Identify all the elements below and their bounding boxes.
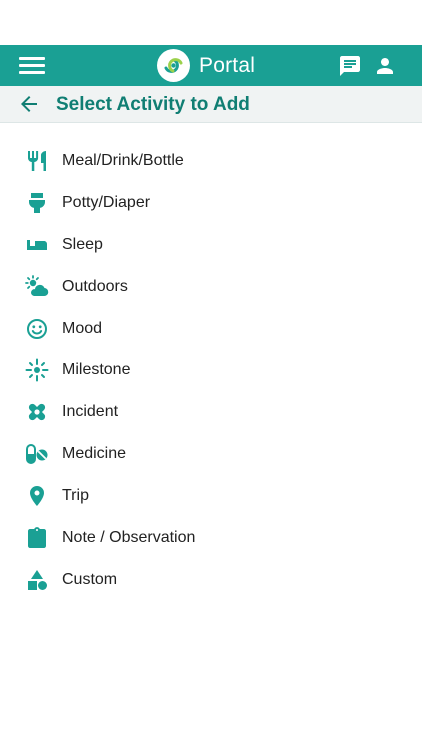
activity-list: Meal/Drink/Bottle Potty/Diaper Sleep Out… xyxy=(0,123,422,601)
sparkle-icon xyxy=(25,358,49,382)
activity-label: Outdoors xyxy=(62,277,128,295)
bandage-icon xyxy=(25,400,49,424)
activity-item-meal[interactable]: Meal/Drink/Bottle xyxy=(0,140,422,182)
activity-item-trip[interactable]: Trip xyxy=(0,475,422,517)
activity-label: Trip xyxy=(62,487,89,505)
activity-label: Potty/Diaper xyxy=(62,193,151,211)
bed-icon xyxy=(25,233,49,257)
activity-item-milestone[interactable]: Milestone xyxy=(0,349,422,391)
activity-label: Sleep xyxy=(62,235,103,253)
toilet-icon xyxy=(25,191,49,215)
weather-icon xyxy=(25,274,49,299)
portal-logo-icon xyxy=(157,49,190,82)
app-title: Portal xyxy=(199,53,256,77)
activity-item-potty[interactable]: Potty/Diaper xyxy=(0,182,422,224)
activity-item-custom[interactable]: Custom xyxy=(0,559,422,601)
activity-item-sleep[interactable]: Sleep xyxy=(0,224,422,266)
activity-item-medicine[interactable]: Medicine xyxy=(0,433,422,475)
activity-item-outdoors[interactable]: Outdoors xyxy=(0,266,422,308)
activity-label: Note / Observation xyxy=(62,528,196,546)
smiley-icon xyxy=(25,317,49,341)
arrow-back-icon[interactable] xyxy=(17,92,41,116)
activity-item-incident[interactable]: Incident xyxy=(0,391,422,433)
account-icon[interactable] xyxy=(373,54,397,78)
activity-label: Mood xyxy=(62,319,103,337)
activity-label: Medicine xyxy=(62,445,127,463)
brand: Portal xyxy=(157,49,255,82)
status-bar xyxy=(0,0,422,45)
page-title: Select Activity to Add xyxy=(56,94,250,115)
app-bar: Portal xyxy=(0,45,422,86)
activity-item-note[interactable]: Note / Observation xyxy=(0,517,422,559)
activity-label: Meal/Drink/Bottle xyxy=(62,151,184,169)
location-pin-icon xyxy=(25,484,49,508)
activity-label: Milestone xyxy=(62,361,131,379)
activity-item-mood[interactable]: Mood xyxy=(0,308,422,350)
pill-icon xyxy=(25,442,49,466)
activity-label: Custom xyxy=(62,570,118,588)
message-icon[interactable] xyxy=(338,54,362,78)
clipboard-icon xyxy=(25,526,49,550)
activity-label: Incident xyxy=(62,403,119,421)
shapes-icon xyxy=(25,568,49,592)
hamburger-menu-icon[interactable] xyxy=(19,55,45,76)
utensils-icon xyxy=(25,149,49,173)
sub-header: Select Activity to Add xyxy=(0,86,422,123)
